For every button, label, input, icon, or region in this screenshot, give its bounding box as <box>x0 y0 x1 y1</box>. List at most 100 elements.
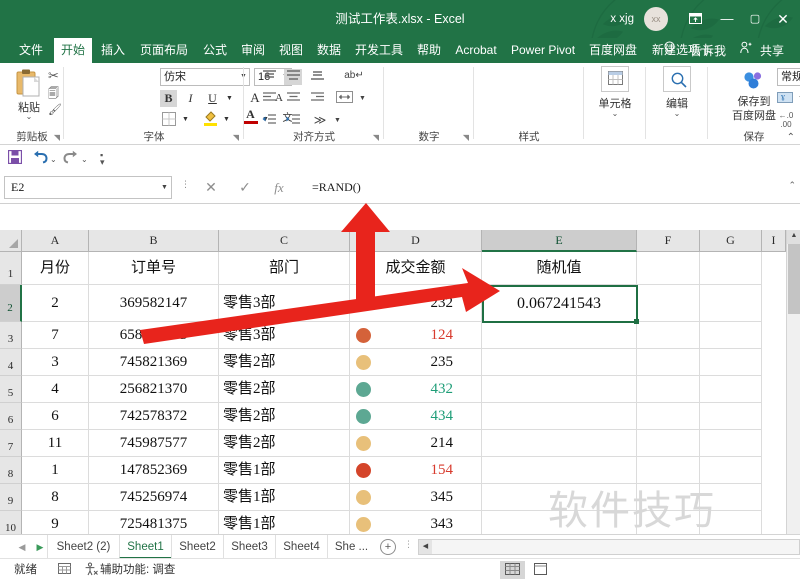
cell-c5[interactable]: 零售2部 <box>219 376 350 403</box>
cell-g1[interactable] <box>700 252 762 285</box>
cell-g7[interactable] <box>700 430 762 457</box>
sheet-tab-sheet2-2[interactable]: Sheet2 (2) <box>47 535 119 559</box>
row-header-2[interactable]: 2 <box>0 285 22 322</box>
cell-g6[interactable] <box>700 403 762 430</box>
scroll-left-arrow-icon[interactable]: ◀ <box>419 540 432 554</box>
cell-c7[interactable]: 零售2部 <box>219 430 350 457</box>
row-header-7[interactable]: 7 <box>0 430 22 457</box>
baidu-netdisk-icon[interactable] <box>741 69 767 91</box>
clipboard-dialog-launcher[interactable]: ◥ <box>54 133 60 142</box>
cell-e7[interactable] <box>482 430 637 457</box>
align-center-icon[interactable] <box>284 91 302 107</box>
cell-a8[interactable]: 1 <box>22 457 89 484</box>
tab-formulas[interactable]: 公式 <box>198 38 232 63</box>
scissors-icon[interactable]: ✂ <box>48 68 59 84</box>
close-button[interactable]: ✕ <box>768 8 798 30</box>
copy-icon[interactable]: 🗐 <box>48 85 59 104</box>
cell-b7[interactable]: 745987577 <box>89 430 219 457</box>
wrap-text-chevron-down-icon[interactable]: ▼ <box>332 114 343 128</box>
align-left-icon[interactable] <box>260 91 278 107</box>
undo-icon[interactable] <box>32 150 48 167</box>
cell-f4[interactable] <box>637 349 700 376</box>
cell-b5[interactable]: 256821370 <box>89 376 219 403</box>
redo-chevron-down-icon[interactable]: ⌄ <box>81 155 88 164</box>
tab-view[interactable]: 视图 <box>274 38 308 63</box>
cell-c8[interactable]: 零售1部 <box>219 457 350 484</box>
align-bottom-icon[interactable] <box>308 69 326 85</box>
avatar[interactable]: xx <box>644 7 668 31</box>
tab-insert[interactable]: 插入 <box>96 38 130 63</box>
horizontal-scrollbar[interactable]: ◀ <box>418 539 800 555</box>
share-button[interactable]: 共享 <box>755 41 795 61</box>
align-middle-icon[interactable] <box>284 69 302 85</box>
cell-c9[interactable]: 零售1部 <box>219 484 350 511</box>
cell-a10[interactable]: 9 <box>22 511 89 534</box>
cell-b10[interactable]: 725481375 <box>89 511 219 534</box>
merge-cells-icon[interactable] <box>334 90 354 107</box>
tab-power-pivot[interactable]: Power Pivot <box>506 38 580 63</box>
scroll-up-arrow-icon[interactable]: ▲ <box>787 230 800 244</box>
align-top-icon[interactable] <box>260 69 278 85</box>
column-header-e[interactable]: E <box>482 230 637 252</box>
column-header-c[interactable]: C <box>219 230 350 252</box>
select-all-corner[interactable] <box>0 230 22 252</box>
cell-b3[interactable]: 658421373 <box>89 322 219 349</box>
cell-a7[interactable]: 11 <box>22 430 89 457</box>
format-painter-icon[interactable]: 🖌 <box>48 103 62 116</box>
insert-function-icon[interactable]: fx <box>266 176 292 199</box>
cell-a2[interactable]: 2 <box>22 285 89 322</box>
sheet-tab-sheet2[interactable]: Sheet2 <box>171 535 223 559</box>
formula-bar-grip[interactable]: ⋮ <box>181 180 190 189</box>
decrease-indent-icon[interactable] <box>260 113 278 129</box>
row-header-4[interactable]: 4 <box>0 349 22 376</box>
cell-e1[interactable]: 随机值 <box>482 252 637 285</box>
page-layout-icon[interactable] <box>58 562 71 578</box>
tab-baidu-netdisk[interactable]: 百度网盘 <box>584 38 642 63</box>
undo-chevron-down-icon[interactable]: ⌄ <box>50 155 57 164</box>
borders-chevron-down-icon[interactable]: ▼ <box>180 111 191 128</box>
confirm-check-icon[interactable]: ✓ <box>232 176 258 199</box>
font-name-input[interactable]: 仿宋 <box>160 68 250 86</box>
column-header-b[interactable]: B <box>89 230 219 252</box>
bold-button[interactable]: B <box>160 90 177 107</box>
tab-review[interactable]: 审阅 <box>236 38 270 63</box>
column-header-f[interactable]: F <box>637 230 700 252</box>
name-box[interactable]: E2 <box>4 176 172 199</box>
text-orientation-icon[interactable]: ab↵ <box>344 67 364 85</box>
cell-f5[interactable] <box>637 376 700 403</box>
cells-insert-icon[interactable] <box>601 66 629 92</box>
sheet-tab-sheet3[interactable]: Sheet3 <box>223 535 275 559</box>
editing-chevron-down-icon[interactable]: ⌄ <box>646 109 708 118</box>
column-header-a[interactable]: A <box>22 230 89 252</box>
fill-color-icon[interactable] <box>202 110 219 128</box>
cell-a6[interactable]: 6 <box>22 403 89 430</box>
collapse-ribbon-caret[interactable]: ⌃ <box>787 132 795 143</box>
save-icon[interactable] <box>7 149 23 167</box>
save-to-netdisk-line2[interactable]: 百度网盘 <box>708 107 800 123</box>
underline-button[interactable]: U <box>204 90 221 107</box>
cell-b6[interactable]: 742578372 <box>89 403 219 430</box>
customize-qat-icon[interactable]: ▪ ▾ <box>100 151 105 167</box>
cell-b1[interactable]: 订单号 <box>89 252 219 285</box>
row-header-10[interactable]: 10 <box>0 511 22 534</box>
tab-acrobat[interactable]: Acrobat <box>450 38 502 63</box>
row-header-6[interactable]: 6 <box>0 403 22 430</box>
sheet-tab-sheet4[interactable]: Sheet4 <box>275 535 327 559</box>
cell-a3[interactable]: 7 <box>22 322 89 349</box>
underline-chevron-down-icon[interactable]: ▼ <box>224 90 235 107</box>
page-layout-view-icon[interactable] <box>528 561 553 579</box>
cell-c6[interactable]: 零售2部 <box>219 403 350 430</box>
cell-b2[interactable]: 369582147 <box>89 285 219 322</box>
cell-e3[interactable] <box>482 322 637 349</box>
cell-e5[interactable] <box>482 376 637 403</box>
cell-f6[interactable] <box>637 403 700 430</box>
cell-e4[interactable] <box>482 349 637 376</box>
column-header-d[interactable]: D <box>350 230 482 252</box>
borders-icon[interactable] <box>160 111 177 128</box>
cell-f3[interactable] <box>637 322 700 349</box>
paste-icon[interactable] <box>14 68 44 98</box>
tab-page-layout[interactable]: 页面布局 <box>134 38 194 63</box>
name-box-chevron-down-icon[interactable]: ▼ <box>158 176 171 199</box>
tab-help[interactable]: 帮助 <box>412 38 446 63</box>
normal-view-icon[interactable] <box>500 561 525 579</box>
